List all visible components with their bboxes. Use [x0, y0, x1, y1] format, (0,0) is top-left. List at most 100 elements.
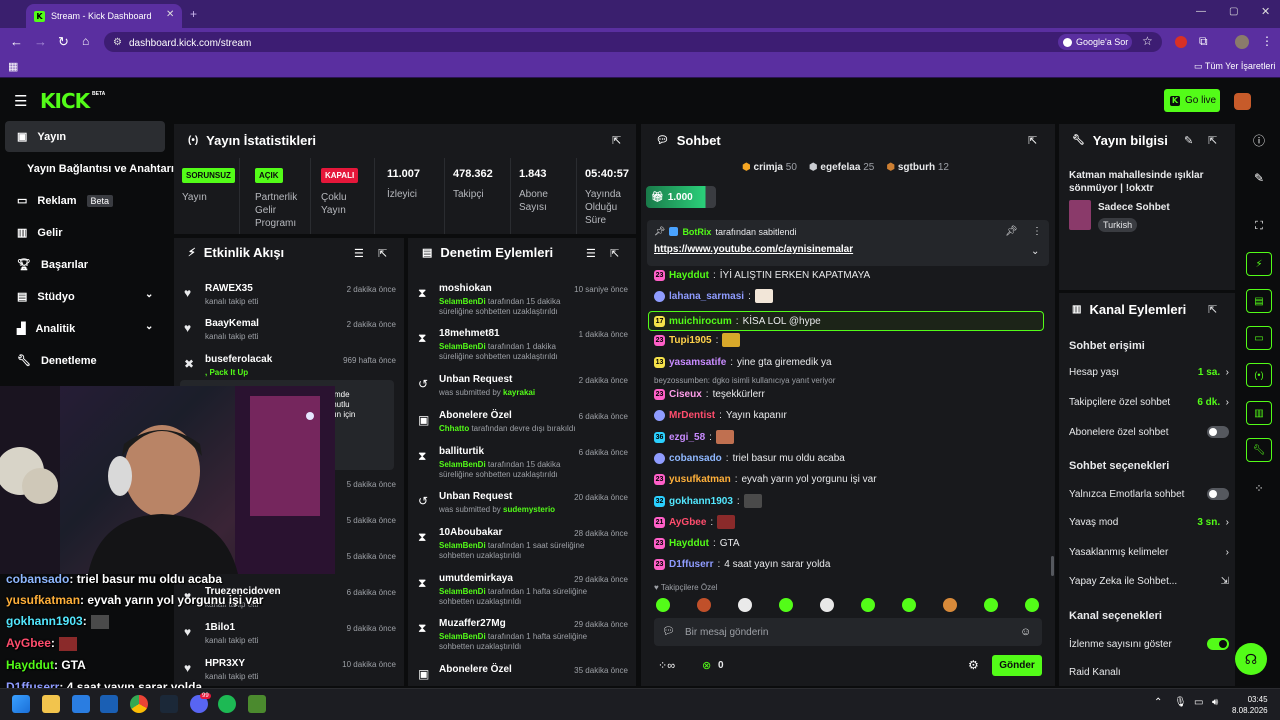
reload-icon[interactable]: ↻	[58, 34, 69, 50]
broadcast-rail-icon[interactable]: (•)	[1246, 363, 1272, 387]
chat-username[interactable]: yasamsatife	[669, 357, 726, 368]
chat-message[interactable]: MrDentist: Yayın kapanır	[654, 407, 1044, 423]
emote-only-row[interactable]: Yalnızca Emotlarla sohbet	[1069, 488, 1229, 500]
extension-red-icon[interactable]	[1175, 36, 1187, 48]
account-age-row[interactable]: Hesap yaşı 1 sa. ›	[1069, 367, 1229, 378]
emote-icon[interactable]	[943, 598, 957, 612]
chat-message[interactable]: 21 AyGbee:	[654, 514, 1044, 530]
filter-icon[interactable]: ☰	[586, 247, 596, 260]
browser-tab[interactable]: K Stream - Kick Dashboard ✕	[26, 4, 182, 28]
edit-pencil-icon[interactable]: ✎	[1184, 134, 1193, 147]
new-tab-icon[interactable]: +	[190, 7, 197, 21]
emote-only-toggle[interactable]	[1207, 488, 1229, 500]
ai-chat-row[interactable]: Yapay Zeka ile Sohbet... ⇲	[1069, 576, 1229, 587]
sidebar-item-moderation[interactable]: 🔧︎ Denetleme	[5, 345, 165, 376]
chat-username[interactable]: MrDentist	[669, 410, 715, 421]
wrench-rail-icon[interactable]: 🔧︎	[1246, 438, 1272, 462]
show-viewers-row[interactable]: İzlenme sayısını göster	[1069, 638, 1229, 650]
add-widget-icon[interactable]: ⁘	[1246, 476, 1272, 500]
user-avatar[interactable]	[1234, 93, 1251, 110]
home-icon[interactable]: ⌂	[82, 34, 89, 48]
pinned-link[interactable]: https://www.youtube.com/c/aynisinemalar	[654, 244, 853, 255]
raid-row[interactable]: Raid Kanalı	[1069, 667, 1229, 678]
steam-icon[interactable]	[160, 695, 178, 713]
network-icon[interactable]: ▭	[1194, 697, 1203, 708]
followers-chat-row[interactable]: Takipçilere özel sohbet 6 dk. ›	[1069, 397, 1229, 408]
chrome-icon[interactable]	[130, 695, 148, 713]
moderation-row[interactable]: ↺ Unban Request was submitted by sudemyst…	[414, 491, 632, 525]
moderation-row[interactable]: ⧗ Muzaffer27Mg SelamBenDi tarafından 1 ha…	[414, 618, 632, 652]
show-viewers-toggle[interactable]	[1207, 638, 1229, 650]
chat-settings-dots-icon[interactable]: ⁘∞	[658, 659, 675, 672]
subs-chat-row[interactable]: Abonelere özel sohbet	[1069, 426, 1229, 438]
sidebar-item-revenue[interactable]: ▥ Gelir	[5, 217, 165, 248]
chevron-down-icon[interactable]: ⌄	[1031, 246, 1039, 257]
emote-icon[interactable]	[820, 598, 834, 612]
fullscreen-icon[interactable]: ⛶	[1246, 214, 1272, 238]
emote-icon[interactable]	[656, 598, 670, 612]
gift-goal-bar[interactable]: 🎁︎ 1.000	[646, 186, 716, 208]
moderation-row[interactable]: ⧗ 10Aboubakar SelamBenDi tarafından 1 saa…	[414, 527, 632, 561]
chat-message[interactable]: 23 Hayddut: GTA	[654, 535, 1044, 551]
google-ask-button[interactable]: Google'a Sor	[1058, 34, 1132, 50]
chat-username[interactable]: yusufkatman	[669, 474, 731, 485]
chat-input[interactable]: 💬︎ Bir mesaj gönderin ☺	[654, 618, 1042, 646]
sidebar-item-yayin[interactable]: ▣ Yayın	[5, 121, 165, 152]
file-explorer-icon[interactable]	[42, 695, 60, 713]
spotify-icon[interactable]	[218, 695, 236, 713]
gifter-1[interactable]: ⬢ crimja 50	[742, 162, 797, 173]
chat-rail-icon[interactable]: ▭	[1246, 326, 1272, 350]
profile-avatar[interactable]	[1235, 35, 1249, 49]
chat-message[interactable]: 23 Tupi1905:	[654, 332, 1044, 348]
chat-message[interactable]: 23 Hayddut: İYİ ALIŞTIN ERKEN KAPATMAYA	[654, 267, 1044, 283]
chat-message[interactable]: 23 Ciseux: teşekkürlerr	[654, 386, 1044, 402]
popout-icon[interactable]: ⇱	[610, 247, 619, 260]
chat-username[interactable]: Ciseux	[669, 389, 702, 400]
mic-icon[interactable]: 🎙︎	[1174, 697, 1187, 708]
maximize-icon[interactable]: ▢	[1229, 6, 1238, 17]
chat-message[interactable]: 13 yasamsatife: yine gta giremedik ya	[654, 354, 1044, 370]
activity-row[interactable]: ♥ RAWEX35 kanalı takip etti 2 dakika önce	[180, 283, 400, 317]
chat-username[interactable]: Hayddut	[669, 538, 709, 549]
emote-icon[interactable]	[861, 598, 875, 612]
emote-icon[interactable]	[984, 598, 998, 612]
chat-message[interactable]: 32 gokhann1903:	[654, 493, 1044, 509]
tray-chevron-up-icon[interactable]: ⌃	[1154, 697, 1162, 708]
minimize-icon[interactable]: —	[1196, 6, 1206, 17]
popout-icon[interactable]: ⇱	[1208, 134, 1217, 147]
moderation-row[interactable]: ↺ Unban Request was submitted by kayrakai…	[414, 374, 632, 408]
banned-words-row[interactable]: Yasaklanmış kelimeler ›	[1069, 547, 1229, 558]
category-name[interactable]: Sadece Sohbet	[1098, 202, 1170, 213]
chat-username[interactable]: Tupi1905	[669, 335, 712, 346]
moderation-row[interactable]: ⧗ balliturtik SelamBenDi tarafından 15 da…	[414, 446, 632, 480]
window-close-icon[interactable]: ✕	[1261, 5, 1270, 18]
document-rail-icon[interactable]: ▤	[1246, 289, 1272, 313]
clock[interactable]: 03:45 8.08.2026	[1232, 694, 1268, 716]
mail-icon[interactable]	[72, 695, 90, 713]
emote-icon[interactable]	[1025, 598, 1039, 612]
bookmark-star-icon[interactable]: ☆	[1142, 34, 1153, 48]
edit-icon[interactable]: ✎	[1246, 166, 1272, 190]
sidebar-item-analytics[interactable]: ▟ Analitik ⌄	[5, 313, 165, 344]
chat-message[interactable]: 23 D1ffuserr:4 saat yayın sarar yolda	[654, 556, 1044, 572]
moderation-row[interactable]: ▣ Abonelere Özel Chhatto tarafından devre…	[414, 410, 632, 444]
chat-username[interactable]: muichirocum	[669, 316, 732, 327]
emoji-icon[interactable]: ☺	[1020, 626, 1031, 638]
url-text[interactable]: dashboard.kick.com/stream	[129, 38, 251, 49]
popout-icon[interactable]: ⇱	[1208, 303, 1217, 316]
gifter-2[interactable]: ⬢ egefelaa 25	[809, 162, 874, 173]
sidebar-item-stream-key[interactable]: Yayın Bağlantısı ve Anahtarı	[5, 153, 174, 184]
tab-close-icon[interactable]: ✕	[166, 9, 174, 20]
windows-start-icon[interactable]	[12, 695, 30, 713]
game-icon[interactable]	[248, 695, 266, 713]
popout-icon[interactable]: ⇱	[612, 134, 621, 147]
all-bookmarks[interactable]: ▭ Tüm Yer İşaretleri	[1194, 61, 1275, 72]
forward-icon[interactable]: →	[34, 34, 47, 49]
category-thumbnail[interactable]	[1069, 200, 1091, 230]
emote-icon[interactable]	[697, 598, 711, 612]
chat-username[interactable]: lahana_sarmasi	[669, 291, 744, 302]
chat-message[interactable]: 36 ezgi_58:	[654, 429, 1044, 445]
popout-icon[interactable]: ⇱	[378, 247, 387, 260]
settings-gear-icon[interactable]: ⚙	[968, 658, 979, 672]
go-live-button[interactable]: K Go live	[1164, 89, 1220, 112]
